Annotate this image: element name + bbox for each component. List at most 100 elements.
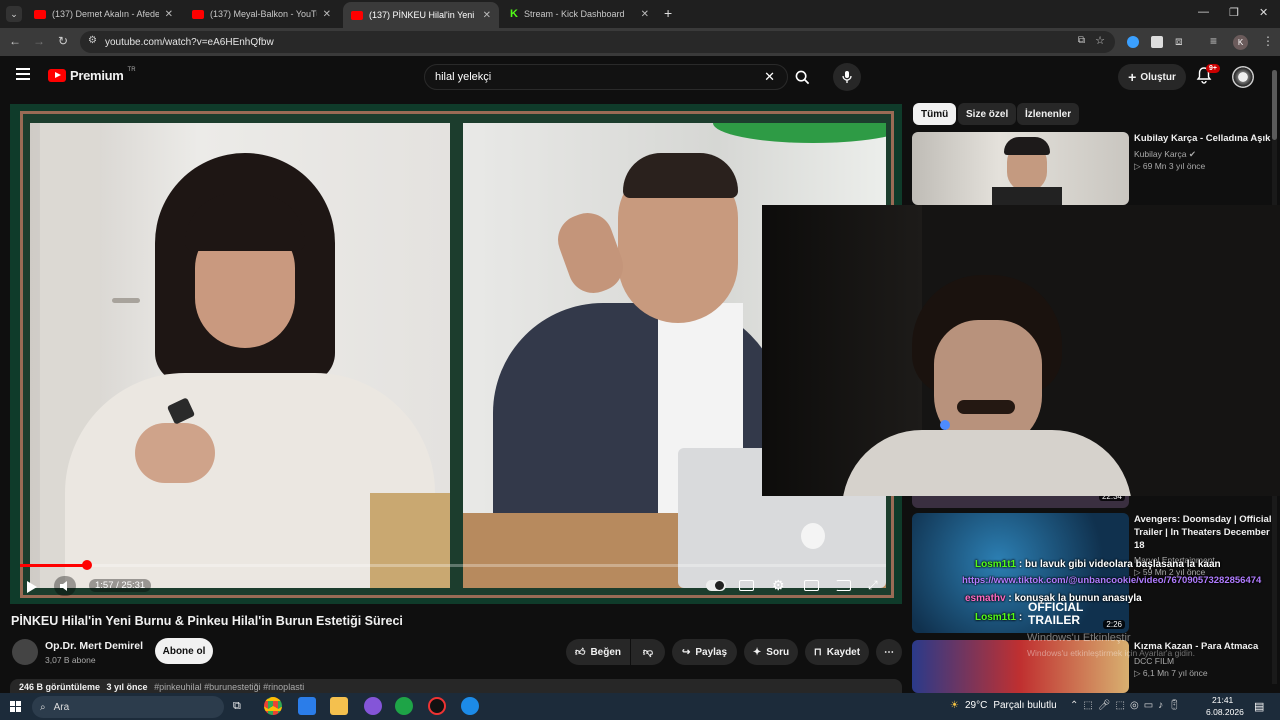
site-info-icon[interactable]: ⚙ xyxy=(88,35,97,46)
extension-icon[interactable] xyxy=(1151,36,1163,48)
more-dots-icon: ⋯ xyxy=(884,646,894,658)
tab-title: (137) Meyal-Balkon - YouTube xyxy=(210,9,317,19)
share-icon: ↪ xyxy=(681,646,691,658)
back-arrow-icon[interactable]: ← xyxy=(7,34,23,48)
profile-avatar[interactable]: K xyxy=(1233,35,1248,50)
play-icon xyxy=(27,581,37,593)
app-icon[interactable] xyxy=(428,697,446,715)
close-tab-icon[interactable]: ✕ xyxy=(483,10,491,21)
clock-date[interactable]: 6.08.2026 xyxy=(1206,707,1244,717)
chat-username: esmathv xyxy=(965,593,1006,604)
extensions-puzzle-icon[interactable]: ⧈ xyxy=(1175,34,1183,49)
settings-gear-icon[interactable]: ⚙ xyxy=(772,577,785,594)
fullscreen-button[interactable]: ⤢ xyxy=(868,578,878,593)
clear-search-icon[interactable]: ✕ xyxy=(764,69,775,85)
activation-watermark-title: Windows'u Etkinleştir xyxy=(1027,632,1131,644)
progress-track[interactable] xyxy=(20,564,886,567)
app-icon[interactable] xyxy=(461,697,479,715)
hashtags[interactable]: #pinkeuhilal #burunestetiği #rinoplasti xyxy=(154,682,304,692)
video-title: PİNKEU Hilal'in Yeni Burnu & Pinkeu Hila… xyxy=(11,614,403,628)
task-view-icon[interactable]: ⧉ xyxy=(233,700,241,713)
rec-title: Avengers: Doomsday | Official Trailer | … xyxy=(1134,514,1272,551)
xbox-icon[interactable] xyxy=(395,697,413,715)
tab-title: (137) Demet Akalın - Afede xyxy=(52,9,159,19)
close-tab-icon[interactable]: ✕ xyxy=(165,9,173,20)
browser-tab-3-active[interactable]: (137) PİNKEU Hilal'in Yeni Burnu ✕ xyxy=(343,2,499,28)
browser-tab-2[interactable]: (137) Meyal-Balkon - YouTube ✕ xyxy=(184,0,339,28)
close-window-button[interactable]: ✕ xyxy=(1259,6,1268,19)
subscriber-count: 3,07 B abone xyxy=(45,655,96,665)
notifications-button[interactable]: 9+ xyxy=(1196,64,1220,87)
weather-sun-icon: ☀ xyxy=(950,700,959,711)
channel-avatar[interactable] xyxy=(12,639,38,665)
browser-tab-4[interactable]: K Stream - Kick Dashboard ✕ xyxy=(502,0,657,28)
apple-logo-icon xyxy=(801,523,825,549)
tab-title: Stream - Kick Dashboard xyxy=(523,9,625,19)
install-app-icon[interactable]: ⧉ xyxy=(1078,35,1085,46)
plus-icon: + xyxy=(1128,69,1137,85)
voice-search-button[interactable] xyxy=(833,63,861,91)
clock-time[interactable]: 21:41 xyxy=(1212,695,1233,705)
miniplayer-button[interactable] xyxy=(804,580,819,591)
chip-all[interactable]: Tümü xyxy=(913,103,957,125)
tab-search-dropdown-icon[interactable]: ⌄ xyxy=(6,6,22,22)
progress-scrubber[interactable] xyxy=(82,560,92,570)
browser-menu-icon[interactable]: ⋮ xyxy=(1262,34,1274,48)
tab-title: (137) PİNKEU Hilal'in Yeni Burnu xyxy=(369,10,477,20)
cast-button[interactable] xyxy=(836,580,851,591)
save-button[interactable]: ⊓ Kaydet xyxy=(805,639,869,665)
file-explorer-icon[interactable] xyxy=(330,697,348,715)
subscribe-button[interactable]: Abone ol xyxy=(155,638,213,664)
notification-center-icon[interactable]: ▤ xyxy=(1254,700,1264,713)
restore-window-button[interactable]: ❐ xyxy=(1229,6,1239,19)
forward-arrow-icon[interactable]: → xyxy=(31,34,47,48)
rec-item[interactable]: Kubilay Karça - Celladına Aşık Kubilay K… xyxy=(1134,132,1274,172)
like-button[interactable]: 👍︎ Beğen xyxy=(566,639,630,665)
mute-button[interactable] xyxy=(54,576,76,596)
app-icon[interactable] xyxy=(364,697,382,715)
rec-thumbnail[interactable] xyxy=(912,132,1129,205)
tray-icons[interactable]: ⌃⬚🎤︎⬚◎▭♪🔋︎ xyxy=(1070,700,1186,711)
extension-icon[interactable] xyxy=(1127,36,1139,48)
hamburger-menu-icon[interactable] xyxy=(16,68,30,80)
search-icon: ⌕ xyxy=(40,701,46,713)
create-button[interactable]: + Oluştur xyxy=(1118,64,1186,90)
headset-icon xyxy=(940,420,950,430)
search-button[interactable] xyxy=(788,64,816,90)
account-avatar[interactable] xyxy=(1232,66,1254,88)
chat-message: Losm1t1 : bu lavuk gibi videolara başlas… xyxy=(975,559,1221,570)
share-button[interactable]: ↪ Paylaş xyxy=(672,639,737,665)
search-input[interactable]: hilal yelekçi ✕ xyxy=(424,64,788,90)
new-tab-button[interactable]: + xyxy=(664,5,672,21)
autoplay-toggle[interactable] xyxy=(706,580,726,591)
microphone-icon xyxy=(842,71,852,83)
reading-list-icon[interactable]: ≡ xyxy=(1210,34,1217,48)
reload-icon[interactable]: ↻ xyxy=(55,34,71,48)
more-actions-button[interactable]: ⋯ xyxy=(876,639,902,665)
chip-for-you[interactable]: Size özel xyxy=(958,103,1017,125)
subtitles-button[interactable] xyxy=(739,580,754,591)
app-icon[interactable] xyxy=(298,697,316,715)
youtube-icon xyxy=(351,10,363,20)
person-hair xyxy=(623,153,738,198)
youtube-logo[interactable]: Premium TR xyxy=(48,67,136,83)
chip-watched[interactable]: İzlenenler xyxy=(1017,103,1080,125)
weather-desc: Parçalı bulutlu xyxy=(993,700,1057,711)
play-button[interactable] xyxy=(26,580,38,593)
ask-button[interactable]: ✦ Soru xyxy=(744,639,798,665)
weather-widget[interactable]: ☀ 29°C Parçalı bulutlu xyxy=(950,700,1057,711)
chrome-icon[interactable] xyxy=(264,697,282,715)
rec-item[interactable]: Kızma Kazan - Para Atmaca DCC FILM ▷ 6,1… xyxy=(1134,640,1274,679)
taskbar-search[interactable]: ⌕ Ara xyxy=(32,696,224,718)
browser-tab-1[interactable]: (137) Demet Akalın - Afede ✕ xyxy=(26,0,181,28)
windows-start-icon[interactable] xyxy=(10,701,21,712)
close-tab-icon[interactable]: ✕ xyxy=(641,9,649,20)
rec-meta: ▷ 69 Mn 3 yıl önce xyxy=(1134,161,1206,171)
minimize-window-button[interactable]: — xyxy=(1198,6,1209,18)
bookmark-star-icon[interactable]: ☆ xyxy=(1095,34,1105,47)
dislike-button[interactable]: 👎︎ xyxy=(631,639,665,665)
close-tab-icon[interactable]: ✕ xyxy=(323,9,331,20)
channel-name[interactable]: Op.Dr. Mert Demirel xyxy=(45,640,143,652)
address-bar[interactable]: ⚙ youtube.com/watch?v=eA6HEnhQfbw ⧉ ☆ xyxy=(80,31,1115,53)
url-text: youtube.com/watch?v=eA6HEnhQfbw xyxy=(105,36,274,48)
